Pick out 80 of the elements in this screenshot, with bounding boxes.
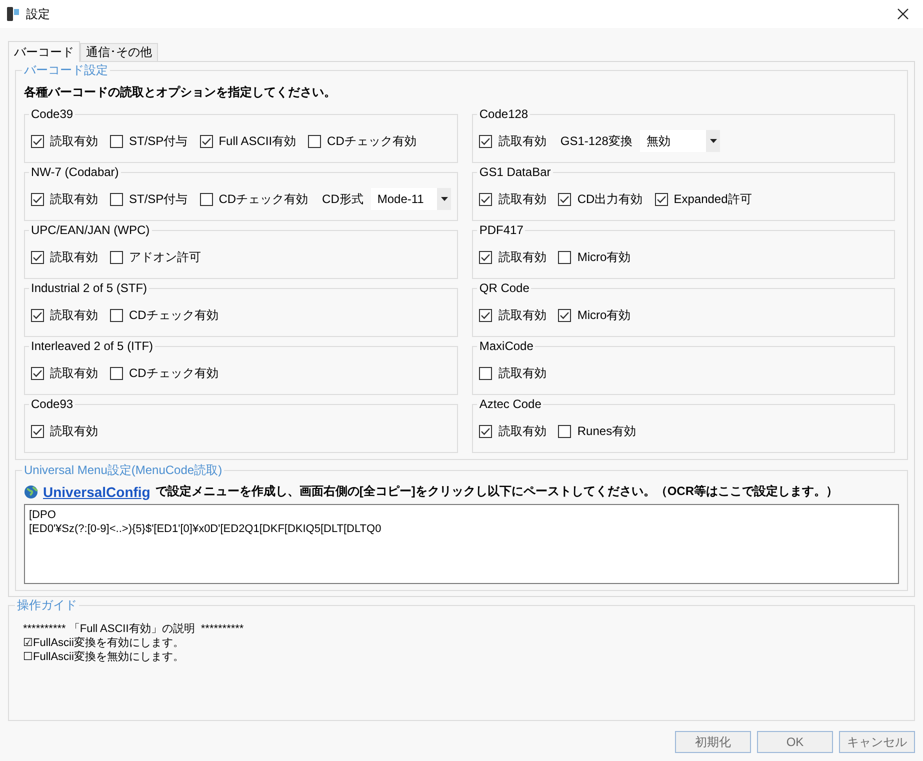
checkbox-icon[interactable] [31,134,44,148]
tab[interactable]: バーコード [8,41,80,62]
checkbox[interactable]: Micro有効 [558,306,631,324]
checkbox[interactable]: 読取有効 [479,364,546,382]
checkbox-icon[interactable] [110,308,123,322]
checkbox[interactable]: CD出力有効 [558,190,643,208]
menu-code-field[interactable]: [DPO [ED0'¥Sz(?:[0-9]<..>){5}$'[ED1'[0]¥x0D'[ED2Q1[DKF[DKIQ5[DLT[DLTQ0 [24,504,899,584]
checkbox[interactable]: Runes有効 [558,422,636,440]
checkbox[interactable]: CDチェック有効 [110,364,218,382]
checkbox[interactable]: ST/SP付与 [110,190,188,208]
dialog-button[interactable]: OK [757,731,833,753]
group-title: バーコード設定 [22,63,110,78]
checkbox[interactable]: 読取有効 [479,132,546,150]
dropdown[interactable]: Mode-11 [371,188,452,210]
checkbox-icon[interactable] [110,250,123,264]
checkbox-icon[interactable] [110,192,123,206]
checkbox-icon[interactable] [479,250,492,264]
checkbox-icon[interactable] [479,192,492,206]
dialog-button[interactable]: キャンセル [839,731,915,753]
checkbox[interactable]: 読取有効 [479,422,546,440]
checkbox[interactable]: 読取有効 [479,248,546,266]
checkbox-icon[interactable] [558,308,572,322]
checkbox[interactable]: CDチェック有効 [308,132,416,150]
field-label: CD形式 [322,190,364,208]
checkbox[interactable]: CDチェック有効 [110,306,218,324]
caret-icon [710,139,717,143]
checkbox[interactable]: ST/SP付与 [110,132,188,150]
guide-text: ☑FullAscii変換を有効にします。 [23,636,185,650]
checkbox-icon[interactable] [200,192,213,206]
checkbox[interactable]: 読取有効 [479,190,546,208]
checkbox-icon[interactable] [110,134,123,148]
checkbox-icon[interactable] [31,308,44,322]
checkbox[interactable]: Micro有効 [558,248,631,266]
group-title: UPC/EAN/JAN (WPC) [29,222,152,238]
guide-text: ☐FullAscii変換を無効にします。 [23,650,185,664]
dropdown[interactable]: 無効 [640,130,720,152]
checkbox-icon[interactable] [479,366,492,380]
checkbox-icon[interactable] [31,424,44,438]
close-icon[interactable] [897,8,909,20]
group-title: 操作ガイド [15,598,79,613]
instruction-text: で設定メニューを作成し、画面右側の[全コピー]をクリックし以下にペーストしてください。（OCR等はここで設定します。） [155,483,838,500]
dialog-button[interactable]: 初期化 [675,731,751,753]
checkbox-icon[interactable] [558,192,572,206]
checkbox-icon[interactable] [479,424,492,438]
checkbox-icon[interactable] [200,134,213,148]
checkbox-icon[interactable] [558,250,572,264]
checkbox-icon[interactable] [479,134,492,148]
group-title: Industrial 2 of 5 (STF) [29,280,150,296]
checkbox-icon[interactable] [654,192,668,206]
group-title: QR Code [477,280,532,296]
group-title: Universal Menu設定(MenuCode読取) [22,463,224,478]
checkbox-icon[interactable] [308,134,322,148]
field-label: GS1-128変換 [560,132,632,150]
checkbox[interactable]: アドオン許可 [110,248,201,266]
checkbox-icon[interactable] [110,366,123,380]
checkbox-icon[interactable] [31,250,44,264]
checkbox-icon[interactable] [479,308,492,322]
checkbox[interactable]: 読取有効 [31,364,98,382]
instruction-text: 各種バーコードの読取とオプションを指定してください。 [24,85,337,100]
checkbox[interactable]: 読取有効 [31,248,98,266]
checkbox[interactable]: Expanded許可 [654,190,752,208]
checkbox[interactable]: 読取有効 [31,306,98,324]
guide-text: ********** 「Full ASCII有効」の説明 ********** [23,622,245,636]
globe-icon [24,484,38,498]
app-icon [6,6,20,22]
window-title: 設定 [26,6,50,22]
checkbox-icon[interactable] [558,424,572,438]
caret-icon [440,197,448,201]
universal-config-link[interactable]: UniversalConfig [43,484,150,500]
checkbox[interactable]: 読取有効 [479,306,546,324]
checkbox[interactable]: 読取有効 [31,190,98,208]
checkbox-icon[interactable] [31,192,44,206]
checkbox[interactable]: 読取有効 [31,132,98,150]
checkbox[interactable]: 読取有効 [31,422,98,440]
group-title: Interleaved 2 of 5 (ITF) [29,338,156,354]
tab[interactable]: 通信･その他 [80,43,158,61]
checkbox-icon[interactable] [31,366,44,380]
checkbox[interactable]: CDチェック有効 [200,190,308,208]
group-title: NW-7 (Codabar) [29,164,121,180]
checkbox[interactable]: Full ASCII有効 [200,132,296,150]
